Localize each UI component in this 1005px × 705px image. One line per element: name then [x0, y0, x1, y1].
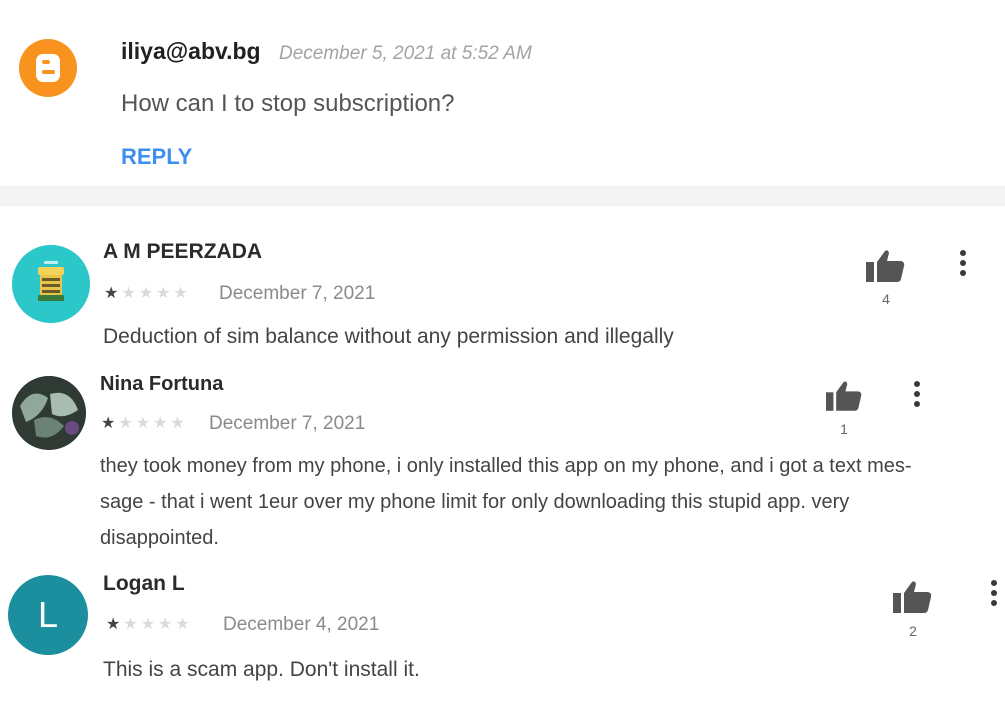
- star-rating: ★ ★ ★ ★ ★: [106, 614, 193, 634]
- reviewer-name: Logan L: [103, 572, 185, 595]
- review-text-line: sage - that i went 1eur over my phone li…: [100, 491, 850, 513]
- star-icon: ★: [104, 285, 119, 302]
- review-text: This is a scam app. Don't install it.: [103, 658, 420, 681]
- star-icon: ★: [135, 415, 151, 432]
- star-icon: ★: [118, 415, 133, 432]
- review-text-line: disappointed.: [100, 527, 219, 549]
- review-text-line: they took money from my phone, i only in…: [100, 455, 912, 477]
- blogger-logo-icon: [36, 54, 60, 82]
- reviewer-avatar: [12, 245, 90, 323]
- more-vert-icon[interactable]: [910, 381, 924, 411]
- star-icon: ★: [153, 415, 168, 432]
- more-vert-icon[interactable]: [956, 250, 970, 280]
- star-icon: ★: [123, 616, 138, 633]
- star-icon: ★: [170, 415, 185, 432]
- comment-text: How can I to stop subscription?: [121, 90, 455, 117]
- section-divider: [0, 186, 1005, 206]
- reviewer-avatar: L: [8, 575, 88, 655]
- comment-author[interactable]: iliya@abv.bg: [121, 38, 261, 65]
- star-icon: ★: [175, 616, 190, 633]
- review-date: December 7, 2021: [209, 413, 366, 434]
- helpful-count: 1: [840, 421, 848, 437]
- star-icon: ★: [121, 285, 136, 302]
- star-rating: ★ ★ ★ ★ ★: [101, 413, 188, 433]
- star-icon: ★: [140, 616, 156, 633]
- review-date: December 4, 2021: [223, 614, 380, 635]
- star-icon: ★: [101, 415, 116, 432]
- review-date: December 7, 2021: [219, 283, 376, 304]
- blogger-avatar: [19, 39, 77, 97]
- avatar-initial: L: [37, 594, 59, 635]
- reply-button[interactable]: REPLY: [121, 144, 192, 170]
- star-icon: ★: [106, 616, 121, 633]
- reviewer-name: Nina Fortuna: [100, 373, 224, 395]
- star-icon: ★: [173, 285, 188, 302]
- star-rating: ★ ★ ★ ★ ★: [104, 283, 191, 303]
- star-icon: ★: [158, 616, 173, 633]
- review-text: they took money from my phone, i only in…: [100, 448, 980, 556]
- thumbs-up-icon[interactable]: [866, 249, 906, 288]
- thumbs-up-icon[interactable]: [826, 380, 863, 417]
- helpful-count: 4: [882, 291, 890, 307]
- review-text: Deduction of sim balance without any per…: [103, 325, 674, 348]
- star-icon: ★: [156, 285, 171, 302]
- star-icon: ★: [138, 285, 154, 302]
- comment-date[interactable]: December 5, 2021 at 5:52 AM: [279, 43, 532, 65]
- helpful-count: 2: [909, 623, 917, 639]
- more-vert-icon[interactable]: [987, 580, 1001, 610]
- reviewer-name: A M PEERZADA: [103, 240, 263, 263]
- thumbs-up-icon[interactable]: [893, 580, 933, 619]
- reviewer-avatar: [12, 376, 86, 450]
